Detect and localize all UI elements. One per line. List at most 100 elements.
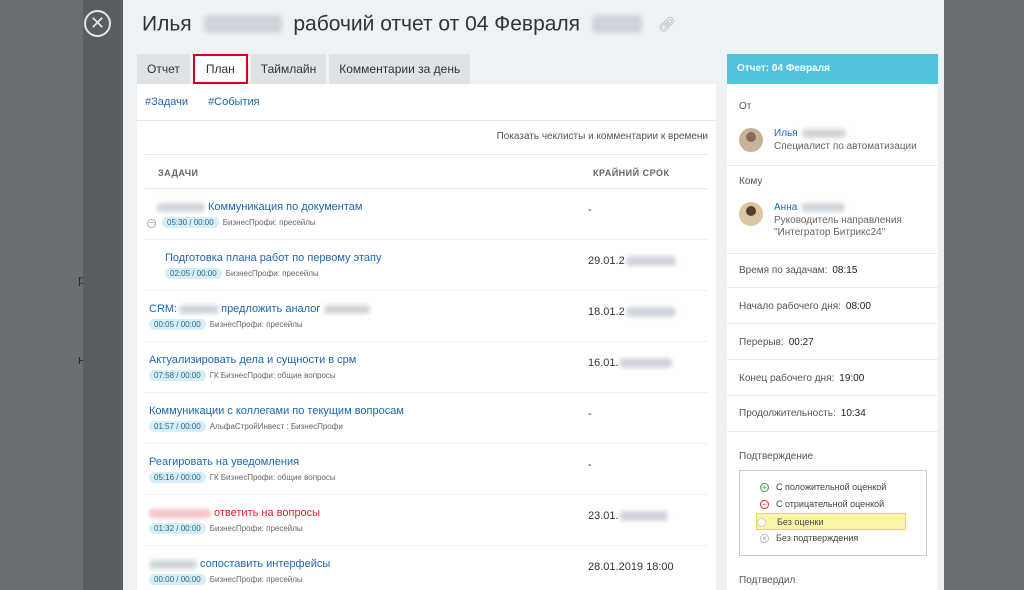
table-row: ответить на вопросы 01:32 / 00:00 Бизнес…	[145, 495, 708, 546]
task-deadline: -	[588, 408, 592, 420]
link-icon[interactable]: 🔗︎	[658, 16, 676, 33]
to-role: Руководитель направления	[774, 215, 902, 226]
task-project: БизнесПрофи: пресейлы	[225, 269, 319, 278]
option-no-confirmation[interactable]: × Без подтверждения	[760, 530, 926, 547]
report-sidebar: Отчет: 04 Февраля От Илья Специалист по …	[727, 54, 938, 590]
table-row: Актуализировать дела и сущности в срм 07…	[145, 342, 708, 393]
subtab-events[interactable]: #События	[208, 96, 260, 108]
divider	[727, 287, 938, 288]
column-header-deadline: КРАЙНИЙ СРОК	[593, 168, 670, 178]
task-meta: 05:16 / 00:00 ГК БизнесПрофи: общие вопр…	[149, 472, 336, 483]
task-project: БизнесПрофи: пресейлы	[209, 320, 303, 329]
task-deadline: 18.01.2	[588, 306, 676, 318]
table-row: Подготовка плана работ по первому этапу …	[145, 240, 708, 291]
tab-timeline[interactable]: Таймлайн	[250, 54, 327, 84]
table-row: сопоставить интерфейсы 00:00 / 00:00 Биз…	[145, 546, 708, 590]
task-table: Коммуникация по документам − 05:30 / 00:…	[145, 189, 708, 590]
sidebar-header: Отчет: 04 Февраля	[727, 54, 938, 84]
show-checklists-link[interactable]: Показать чеклисты и комментарии к времен…	[497, 131, 708, 142]
task-project: ГК БизнесПрофи: общие вопросы	[209, 473, 336, 482]
task-deadline: -	[588, 204, 592, 216]
confirmed-by-label: Подтвердил	[739, 575, 796, 586]
stat-task-time: Время по задачам: 08:15	[739, 265, 858, 276]
task-meta: 00:05 / 00:00 БизнесПрофи: пресейлы	[149, 319, 303, 330]
x-icon: ×	[760, 534, 769, 543]
table-row: Коммуникации с коллегами по текущим вопр…	[145, 393, 708, 444]
overlay-strip	[83, 0, 123, 590]
divider	[727, 395, 938, 396]
from-name[interactable]: Илья	[774, 128, 846, 139]
task-meta: 02:05 / 00:00 БизнесПрофи: пресейлы	[165, 268, 319, 279]
to-role-company: "Интегратор Битрикс24"	[774, 227, 886, 238]
confirmation-options: + С положительной оценкой − С отрицательно…	[739, 470, 927, 556]
time-badge: 01:57 / 00:00	[149, 421, 206, 432]
stat-break: Перерыв: 00:27	[739, 337, 814, 348]
task-deadline: 23.01.	[588, 510, 668, 522]
divider	[727, 359, 938, 360]
to-person: Анна Руководитель направления "Интеграто…	[739, 202, 929, 238]
task-link-overdue[interactable]: ответить на вопросы	[149, 507, 320, 519]
tab-bar: Отчет План Таймлайн Комментарии за день	[137, 54, 473, 84]
collapse-icon[interactable]: −	[147, 219, 156, 228]
task-project: АльфаСтройИнвест : БизнесПрофи	[209, 422, 343, 431]
tab-report[interactable]: Отчет	[137, 54, 190, 84]
table-header: ЗАДАЧИ КРАЙНИЙ СРОК	[145, 154, 708, 189]
task-project: БизнесПрофи: пресейлы	[222, 218, 316, 227]
task-link[interactable]: Коммуникации с коллегами по текущим вопр…	[149, 405, 404, 417]
divider	[727, 431, 938, 432]
table-row: Коммуникация по документам − 05:30 / 00:…	[145, 189, 708, 240]
from-label: От	[739, 101, 752, 112]
tab-plan[interactable]: План	[192, 54, 248, 84]
task-deadline: 28.01.2019 18:00	[588, 561, 674, 573]
tab-day-comments[interactable]: Комментарии за день	[329, 54, 471, 84]
time-badge: 02:05 / 00:00	[165, 268, 222, 279]
background-page-right	[944, 0, 1024, 590]
task-project: БизнесПрофи: пресейлы	[209, 575, 303, 584]
confirmation-label: Подтверждение	[739, 451, 814, 462]
to-label: Кому	[739, 176, 763, 187]
option-negative[interactable]: − С отрицательной оценкой	[760, 496, 926, 513]
close-icon: ✕	[89, 13, 106, 33]
divider	[727, 165, 938, 166]
page-title: Илья рабочий отчет от 04 Февраля 🔗︎	[142, 12, 676, 36]
stat-day-end: Конец рабочего дня: 19:00	[739, 373, 865, 384]
from-role: Специалист по автоматизации	[774, 141, 917, 152]
to-name[interactable]: Анна	[774, 202, 846, 213]
task-deadline: 16.01.	[588, 357, 672, 369]
time-badge: 05:30 / 00:00	[162, 217, 219, 228]
task-deadline: -	[588, 459, 592, 471]
table-row: CRM: предложить аналог 00:05 / 00:00 Бизн…	[145, 291, 708, 342]
title-rest: рабочий отчет от 04 Февраля	[293, 12, 581, 36]
task-link[interactable]: Подготовка плана работ по первому этапу	[165, 252, 381, 264]
report-panel: Илья рабочий отчет от 04 Февраля 🔗︎ Отче…	[123, 0, 944, 590]
task-link[interactable]: Коммуникация по документам	[157, 201, 362, 213]
option-positive[interactable]: + С положительной оценкой	[760, 479, 926, 496]
plus-icon: +	[760, 483, 769, 492]
blurred-surname	[203, 15, 282, 34]
task-meta: 07:58 / 00:00 ГК БизнесПрофи: общие вопр…	[149, 370, 336, 381]
task-link[interactable]: сопоставить интерфейсы	[149, 558, 330, 570]
divider	[727, 323, 938, 324]
time-badge: 07:58 / 00:00	[149, 370, 206, 381]
title-first-name: Илья	[142, 12, 192, 36]
divider	[727, 253, 938, 254]
subtab-bar: #Задачи #События	[137, 84, 716, 121]
task-meta: 05:30 / 00:00 БизнесПрофи: пресейлы	[162, 217, 316, 228]
time-badge: 01:32 / 00:00	[149, 523, 206, 534]
time-badge: 00:00 / 00:00	[149, 574, 206, 585]
task-meta: 01:57 / 00:00 АльфаСтройИнвест : БизнесП…	[149, 421, 343, 432]
task-link[interactable]: Актуализировать дела и сущности в срм	[149, 354, 356, 366]
task-meta: 00:00 / 00:00 БизнесПрофи: пресейлы	[149, 574, 303, 585]
time-badge: 05:16 / 00:00	[149, 472, 206, 483]
stat-day-start: Начало рабочего дня: 08:00	[739, 301, 871, 312]
task-link[interactable]: CRM: предложить аналог	[149, 303, 371, 315]
empty-circle-icon	[757, 518, 766, 527]
task-link[interactable]: Реагировать на уведомления	[149, 456, 299, 468]
background-page: ран н	[0, 0, 100, 590]
from-person: Илья Специалист по автоматизации	[739, 128, 929, 158]
subtab-tasks[interactable]: #Задачи	[145, 96, 188, 108]
close-button[interactable]: ✕	[84, 10, 111, 37]
avatar	[739, 202, 763, 226]
option-no-rating[interactable]: Без оценки	[756, 513, 906, 530]
table-row: Реагировать на уведомления 05:16 / 00:00…	[145, 444, 708, 495]
